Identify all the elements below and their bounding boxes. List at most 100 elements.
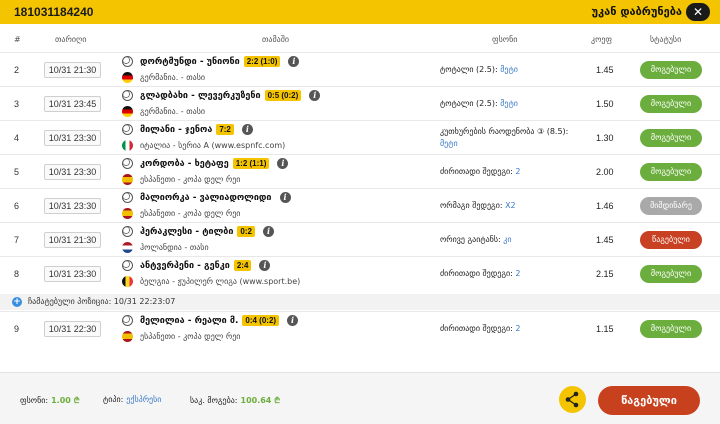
league-name: ბელგია - ჟუპილერ ლიგა (www.sport.be) bbox=[140, 277, 301, 286]
bet-market: ძირითადი შედეგი: 2 bbox=[440, 324, 520, 333]
bet-market: ძირითადი შედეგი: 2 bbox=[440, 269, 520, 278]
country-flag-icon bbox=[122, 72, 133, 83]
event-date: 10/31 23:45 bbox=[44, 96, 101, 112]
bet-market: ტოტალი (2.5): მეტი bbox=[440, 65, 518, 74]
market-pick: კი bbox=[503, 235, 512, 244]
country-flag-icon bbox=[122, 174, 133, 185]
table-row: 8 10/31 23:30 ანტვერპენი - გენკი 2:4 i ბელგია… bbox=[0, 256, 720, 291]
match-info: გლადბახი - ლევერკუზენი 0:5 (0:2) i bbox=[140, 90, 321, 101]
status-badge: მოგებული bbox=[640, 61, 702, 79]
country-flag-icon bbox=[122, 276, 133, 287]
country-flag-icon bbox=[122, 208, 133, 219]
match-info: ჰერაკლესი - ტილბი 0:2 i bbox=[140, 226, 274, 237]
type-info: ტიპი: ექსპრესი bbox=[103, 395, 161, 404]
info-icon[interactable]: i bbox=[259, 260, 271, 271]
plus-icon: + bbox=[12, 297, 22, 307]
match-name: ჰერაკლესი - ტილბი bbox=[140, 226, 234, 237]
type-label: ტიპი: bbox=[103, 395, 124, 404]
football-icon bbox=[122, 315, 133, 326]
row-number: 7 bbox=[14, 235, 20, 245]
status-badge: მოგებული bbox=[640, 265, 702, 283]
market-name: ტოტალი (2.5): bbox=[440, 65, 501, 74]
market-name: ორმაგი შედეგი: bbox=[440, 201, 506, 210]
league-name: ჰოლანდია - თასი bbox=[140, 243, 209, 252]
match-info: მელილია - რეალი მ. 0:4 (0:2) i bbox=[140, 315, 299, 326]
match-score: 0:2 bbox=[237, 226, 255, 237]
table-row: 6 10/31 23:30 მალიორკა - ვალიადოლიდი i ესპან… bbox=[0, 188, 720, 223]
table-row: 9 10/31 22:30 მელილია - რეალი მ. 0:4 (0:2) i… bbox=[0, 311, 720, 346]
match-score: 0:4 (0:2) bbox=[242, 315, 280, 326]
bet-market: ტოტალი (2.5): მეტი bbox=[440, 99, 518, 108]
note-text: ჩამატებული პოზიცია: 10/31 22:23:07 bbox=[28, 297, 176, 306]
col-event: თამაში bbox=[262, 35, 289, 44]
country-flag-icon bbox=[122, 140, 133, 151]
odd-value: 1.30 bbox=[596, 133, 614, 143]
match-info: მილანი - ჯენოა 7:2 i bbox=[140, 124, 253, 135]
info-icon[interactable]: i bbox=[309, 90, 321, 101]
league-name: ესპანეთი - კოპა დელ რეი bbox=[140, 175, 241, 184]
football-icon bbox=[122, 260, 133, 271]
match-info: ანტვერპენი - გენკი 2:4 i bbox=[140, 260, 271, 271]
odd-value: 1.45 bbox=[596, 235, 614, 245]
col-market: ფსონი bbox=[492, 35, 518, 44]
back-button[interactable]: უკან დაბრუნება bbox=[592, 5, 682, 18]
odd-value: 2.00 bbox=[596, 167, 614, 177]
market-pick: 2 bbox=[515, 167, 521, 176]
football-icon bbox=[122, 56, 133, 67]
info-icon[interactable]: i bbox=[277, 158, 289, 169]
status-badge: მოგებული bbox=[640, 95, 702, 113]
market-pick: 2 bbox=[515, 324, 521, 333]
row-number: 3 bbox=[14, 99, 20, 109]
event-date: 10/31 21:30 bbox=[44, 232, 101, 248]
event-date: 10/31 21:30 bbox=[44, 62, 101, 78]
info-icon[interactable]: i bbox=[241, 124, 253, 135]
match-name: მელილია - რეალი მ. bbox=[140, 315, 239, 326]
market-pick: მეტი bbox=[440, 139, 458, 148]
col-odd: კოეფ bbox=[591, 35, 613, 44]
bet-market: ძირითადი შედეგი: 2 bbox=[440, 167, 520, 176]
match-name: კორდობა - ხეტაფე bbox=[140, 158, 229, 169]
share-button[interactable] bbox=[559, 386, 586, 413]
info-icon[interactable]: i bbox=[288, 56, 300, 67]
col-status: სტატუსი bbox=[650, 35, 682, 44]
event-date: 10/31 23:30 bbox=[44, 130, 101, 146]
football-icon bbox=[122, 158, 133, 169]
possible-win-info: საკ. მოგება: 100.64 ₾ bbox=[190, 395, 280, 406]
stake-label: ფსონი: bbox=[20, 396, 49, 405]
match-score: 2:2 (1:0) bbox=[243, 56, 281, 67]
row-number: 2 bbox=[14, 65, 20, 75]
match-name: გლადბახი - ლევერკუზენი bbox=[140, 90, 261, 101]
market-pick: მეტი bbox=[500, 99, 518, 108]
status-badge: მიმდინარე bbox=[640, 197, 702, 215]
info-icon[interactable]: i bbox=[279, 192, 291, 203]
match-score: 7:2 bbox=[216, 124, 234, 135]
market-name: ძირითადი შედეგი: bbox=[440, 167, 516, 176]
possible-win-value: 100.64 ₾ bbox=[240, 396, 281, 405]
row-number: 8 bbox=[14, 269, 20, 279]
football-icon bbox=[122, 90, 133, 101]
event-date: 10/31 22:30 bbox=[44, 321, 101, 337]
match-info: კორდობა - ხეტაფე 1:2 (1:1) i bbox=[140, 158, 289, 169]
info-icon[interactable]: i bbox=[287, 315, 299, 326]
status-badge: მოგებული bbox=[640, 163, 702, 181]
market-name: ორივე გაიტანს: bbox=[440, 235, 504, 244]
match-score: 2:4 bbox=[233, 260, 252, 271]
match-score: 1:2 (1:1) bbox=[232, 158, 270, 169]
match-name: ანტვერპენი - გენკი bbox=[140, 260, 230, 271]
league-name: გერმანია. - თასი bbox=[140, 107, 206, 116]
row-number: 4 bbox=[14, 133, 20, 143]
odd-value: 1.15 bbox=[596, 324, 614, 334]
added-position-note: + ჩამატებული პოზიცია: 10/31 22:23:07 bbox=[0, 294, 720, 310]
stake-value: 1.00 ₾ bbox=[51, 396, 80, 405]
share-icon bbox=[565, 391, 579, 408]
info-icon[interactable]: i bbox=[262, 226, 274, 237]
match-info: მალიორკა - ვალიადოლიდი i bbox=[140, 192, 291, 203]
lost-status-button[interactable]: წაგებული bbox=[598, 386, 700, 415]
odd-value: 1.50 bbox=[596, 99, 614, 109]
status-badge: მოგებული bbox=[640, 320, 702, 338]
football-icon bbox=[122, 124, 133, 135]
market-pick: X2 bbox=[505, 201, 516, 210]
close-icon[interactable]: ✕ bbox=[686, 3, 710, 21]
country-flag-icon bbox=[122, 242, 133, 253]
status-badge: მოგებული bbox=[640, 129, 702, 147]
